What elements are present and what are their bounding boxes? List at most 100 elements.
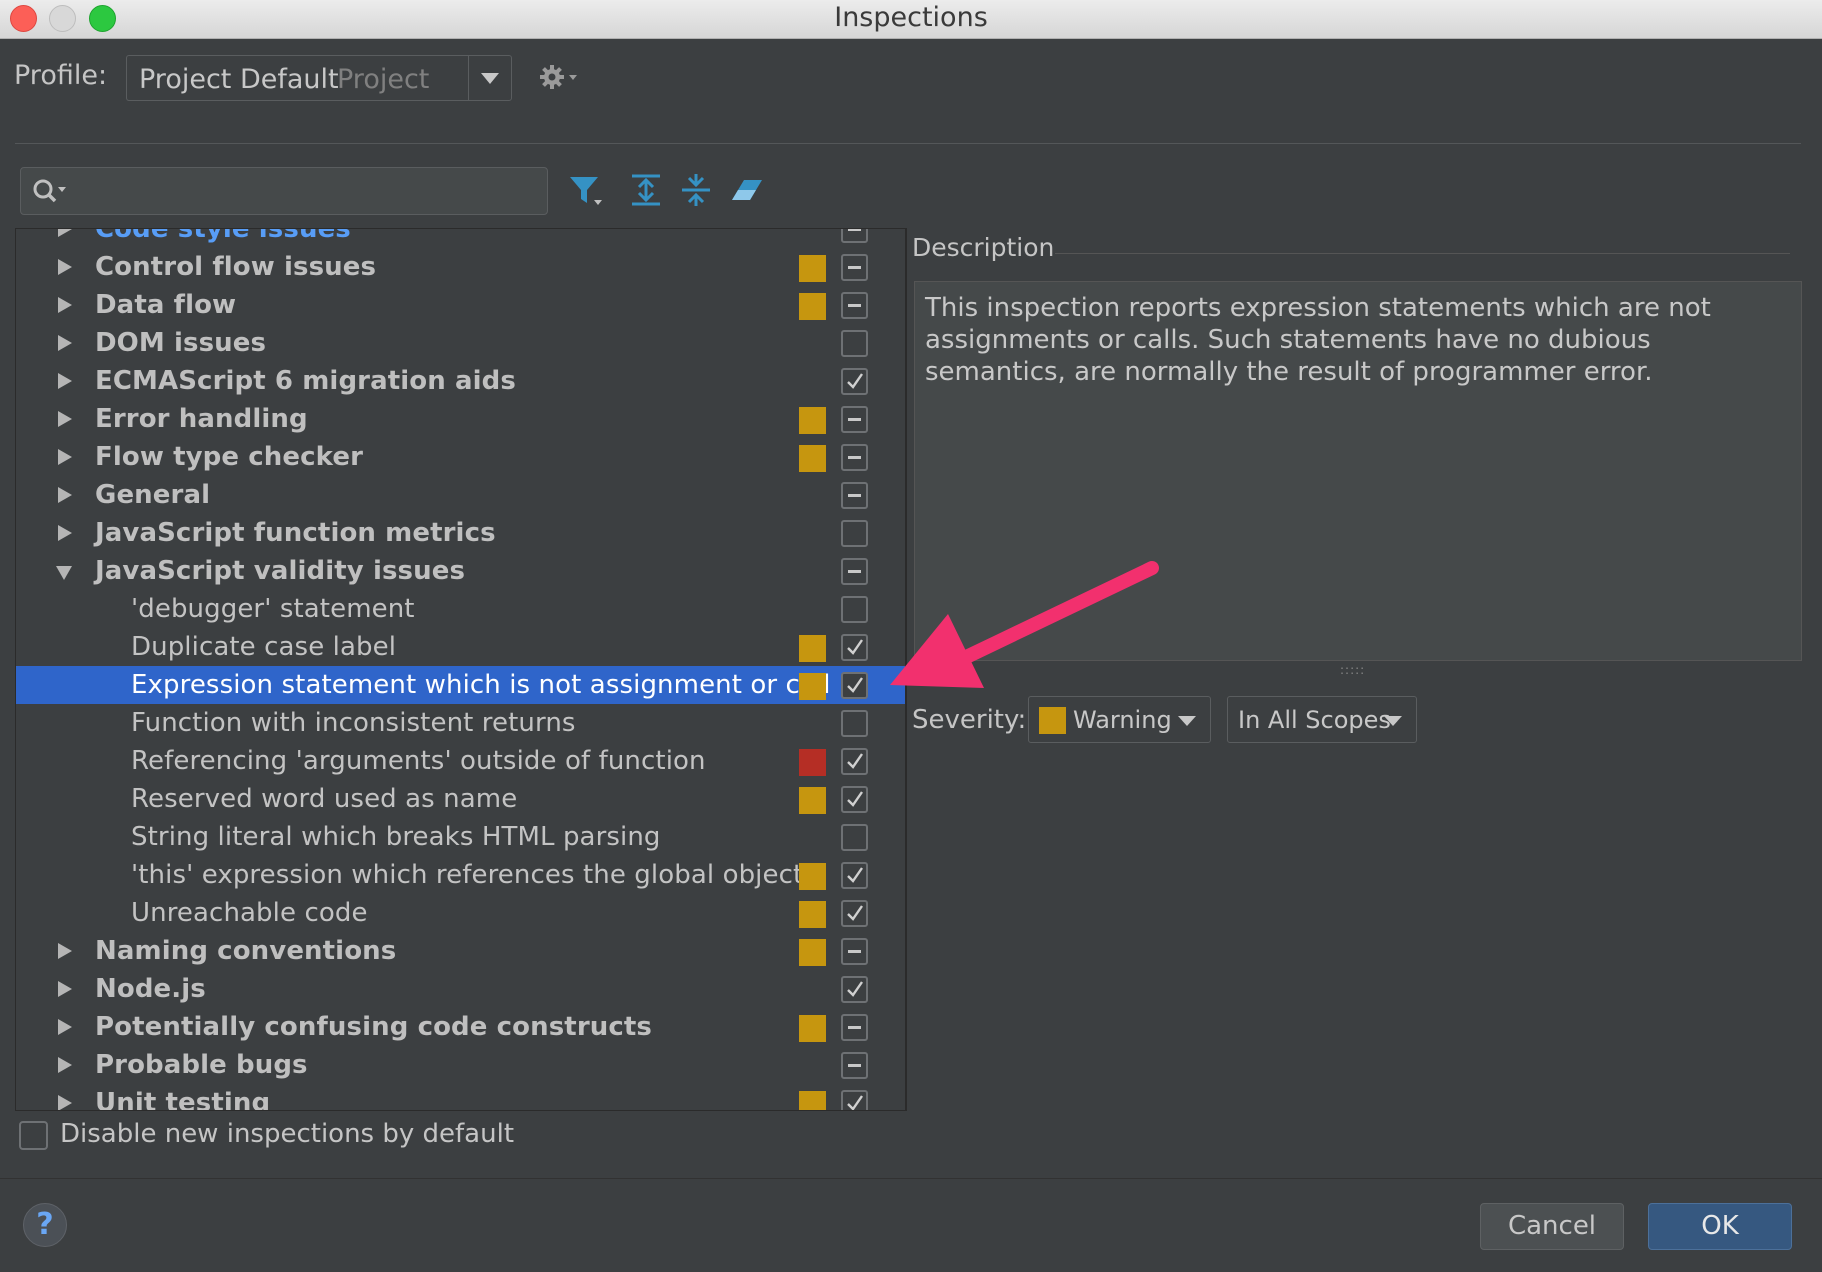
partial-mark-icon	[848, 229, 861, 231]
enable-checkbox[interactable]	[841, 368, 868, 395]
enable-checkbox[interactable]	[841, 229, 868, 243]
tree-row-label: JavaScript function metrics	[95, 518, 496, 548]
tree-item-row[interactable]: Reserved word used as name	[16, 780, 905, 818]
enable-checkbox[interactable]	[841, 634, 868, 661]
tree-group-row[interactable]: Naming conventions	[16, 932, 905, 970]
scope-dropdown[interactable]: In All Scopes	[1227, 696, 1417, 743]
tree-group-row[interactable]: Error handling	[16, 400, 905, 438]
collapsed-triangle-icon[interactable]	[58, 1095, 72, 1110]
collapsed-triangle-icon[interactable]	[58, 259, 72, 275]
enable-checkbox[interactable]	[841, 520, 868, 547]
collapsed-triangle-icon[interactable]	[58, 525, 72, 541]
enable-checkbox[interactable]	[841, 824, 868, 851]
collapsed-triangle-icon[interactable]	[58, 1019, 72, 1035]
tree-group-row[interactable]: Unit testing	[16, 1084, 905, 1111]
collapsed-triangle-icon[interactable]	[58, 335, 72, 351]
enable-checkbox[interactable]	[841, 862, 868, 889]
enable-checkbox[interactable]	[841, 1090, 868, 1110]
severity-value: Warning	[1073, 706, 1172, 734]
tree-item-row[interactable]: 'debugger' statement	[16, 590, 905, 628]
expanded-triangle-icon[interactable]	[56, 566, 72, 580]
tree-group-row[interactable]: Control flow issues	[16, 248, 905, 286]
tree-group-row[interactable]: Code style issues	[16, 229, 905, 248]
enable-checkbox[interactable]	[841, 672, 868, 699]
enable-checkbox[interactable]	[841, 330, 868, 357]
expand-all-icon[interactable]	[626, 170, 666, 210]
tree-group-row[interactable]: Probable bugs	[16, 1046, 905, 1084]
enable-checkbox[interactable]	[841, 482, 868, 509]
chevron-down-icon	[1384, 716, 1402, 726]
enable-checkbox[interactable]	[841, 444, 868, 471]
enable-checkbox[interactable]	[841, 976, 868, 1003]
search-field[interactable]	[20, 167, 548, 215]
disable-new-inspections-checkbox[interactable]	[19, 1121, 48, 1150]
enable-checkbox[interactable]	[841, 1052, 868, 1079]
search-input[interactable]	[81, 174, 535, 210]
tree-group-row[interactable]: ECMAScript 6 migration aids	[16, 362, 905, 400]
resize-grip-icon[interactable]: :::::	[1340, 663, 1365, 677]
warning-severity-swatch	[799, 673, 826, 700]
inspection-tree[interactable]: Code style issues Control flow issues Data…	[15, 228, 906, 1111]
tree-group-row[interactable]: Node.js	[16, 970, 905, 1008]
enable-checkbox[interactable]	[841, 292, 868, 319]
cancel-button[interactable]: Cancel	[1480, 1203, 1624, 1250]
collapsed-triangle-icon[interactable]	[58, 487, 72, 503]
ok-button[interactable]: OK	[1648, 1203, 1792, 1250]
tree-group-row[interactable]: General	[16, 476, 905, 514]
collapsed-triangle-icon[interactable]	[58, 297, 72, 313]
profile-dropdown[interactable]: Project Default Project	[126, 55, 512, 101]
partial-mark-icon	[848, 266, 861, 269]
collapsed-triangle-icon[interactable]	[58, 373, 72, 389]
tree-group-row[interactable]: JavaScript function metrics	[16, 514, 905, 552]
tree-group-row[interactable]: Flow type checker	[16, 438, 905, 476]
tree-row-label: Unit testing	[95, 1088, 271, 1111]
tree-group-row[interactable]: Data flow	[16, 286, 905, 324]
enable-checkbox[interactable]	[841, 558, 868, 585]
enable-checkbox[interactable]	[841, 900, 868, 927]
tree-item-row[interactable]: Unreachable code	[16, 894, 905, 932]
enable-checkbox[interactable]	[841, 710, 868, 737]
enable-checkbox[interactable]	[841, 748, 868, 775]
gear-icon[interactable]	[538, 62, 580, 92]
tree-item-row[interactable]: Referencing 'arguments' outside of funct…	[16, 742, 905, 780]
tree-item-row[interactable]: Expression statement which is not assign…	[16, 666, 905, 704]
tree-row-label: Node.js	[95, 974, 206, 1004]
warning-swatch	[1039, 707, 1066, 734]
collapsed-triangle-icon[interactable]	[58, 449, 72, 465]
enable-checkbox[interactable]	[841, 406, 868, 433]
enable-checkbox[interactable]	[841, 1014, 868, 1041]
reset-icon[interactable]	[726, 170, 766, 210]
enable-checkbox[interactable]	[841, 254, 868, 281]
description-title: Description	[912, 233, 1055, 262]
checkmark-icon	[847, 981, 863, 997]
search-icon	[31, 177, 73, 205]
collapsed-triangle-icon[interactable]	[58, 943, 72, 959]
tree-item-row[interactable]: Function with inconsistent returns	[16, 704, 905, 742]
tree-item-row[interactable]: String literal which breaks HTML parsing	[16, 818, 905, 856]
collapse-all-icon[interactable]	[676, 170, 716, 210]
tree-row-label: Flow type checker	[95, 442, 363, 472]
chevron-down-icon	[481, 73, 499, 84]
tree-row-label: Data flow	[95, 290, 237, 320]
collapsed-triangle-icon[interactable]	[58, 411, 72, 427]
filter-icon[interactable]	[566, 170, 606, 210]
partial-mark-icon	[848, 1026, 861, 1029]
checkmark-icon	[847, 1095, 863, 1110]
tree-item-row[interactable]: 'this' expression which references the g…	[16, 856, 905, 894]
tree-group-row[interactable]: JavaScript validity issues	[16, 552, 905, 590]
severity-dropdown[interactable]: Warning	[1028, 696, 1211, 743]
enable-checkbox[interactable]	[841, 938, 868, 965]
enable-checkbox[interactable]	[841, 786, 868, 813]
tree-group-row[interactable]: DOM issues	[16, 324, 905, 362]
profile-scope: Project	[337, 64, 430, 95]
enable-checkbox[interactable]	[841, 596, 868, 623]
tree-row-label: General	[95, 480, 211, 510]
help-button[interactable]: ?	[23, 1203, 67, 1247]
tree-group-row[interactable]: Potentially confusing code constructs	[16, 1008, 905, 1046]
collapsed-triangle-icon[interactable]	[58, 229, 72, 237]
tree-row-label: Expression statement which is not assign…	[131, 670, 831, 700]
collapsed-triangle-icon[interactable]	[58, 981, 72, 997]
tree-item-row[interactable]: Duplicate case label	[16, 628, 905, 666]
collapsed-triangle-icon[interactable]	[58, 1057, 72, 1073]
footer-separator	[0, 1178, 1822, 1179]
